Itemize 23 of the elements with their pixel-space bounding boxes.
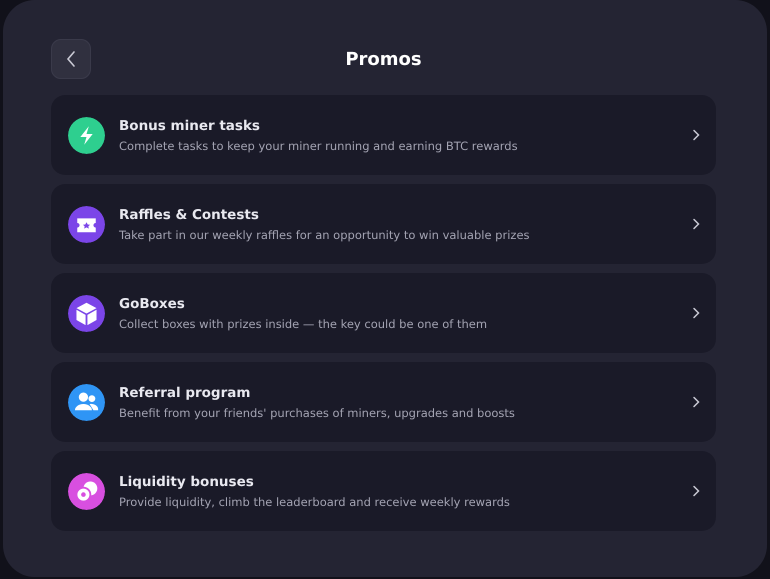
promo-description: Provide liquidity, climb the leaderboard and receive weekly rewards [119,494,511,508]
promo-title: GoBoxes [119,296,186,312]
promo-title: Bonus miner tasks [119,118,261,134]
promo-card[interactable]: Referral program Benefit from your friends' purchases of miners, upgrades and boosts [51,362,716,442]
chevron-right-icon [692,307,700,319]
chevron-right-icon [692,218,700,230]
promo-card[interactable]: GoBoxes Collect boxes with prizes inside — the key could be one of them [51,273,716,353]
promo-description: Take part in our weekly raffles for an opportunity to win valuable prizes [119,228,531,242]
promo-description: Benefit from your friends' purchases of miners, upgrades and boosts [119,406,516,420]
promo-title: Referral program [119,384,252,400]
promo-card[interactable]: Raffles & Contests Take part in our weekly raffles for an opportunity to win valuable prizes [51,184,716,264]
promo-description: Collect boxes with prizes inside — the key could be one of them [119,316,488,330]
promo-description: Complete tasks to keep your miner running and earning BTC rewards [119,138,519,152]
promo-title: Raffles & Contests [119,206,260,222]
promo-title: Liquidity bonuses [119,474,255,490]
promo-card[interactable]: Bonus miner tasks Complete tasks to keep your miner running and earning BTC rewards [51,95,716,175]
chevron-left-icon [65,50,77,68]
promo-card[interactable]: Liquidity bonuses Provide liquidity, climb the leaderboard and receive weekly rewards [51,451,716,531]
back-button[interactable] [51,39,91,79]
chevron-right-icon [692,129,700,141]
chevron-right-icon [692,485,700,497]
page-title: Promos [345,48,422,70]
chevron-right-icon [692,396,700,408]
